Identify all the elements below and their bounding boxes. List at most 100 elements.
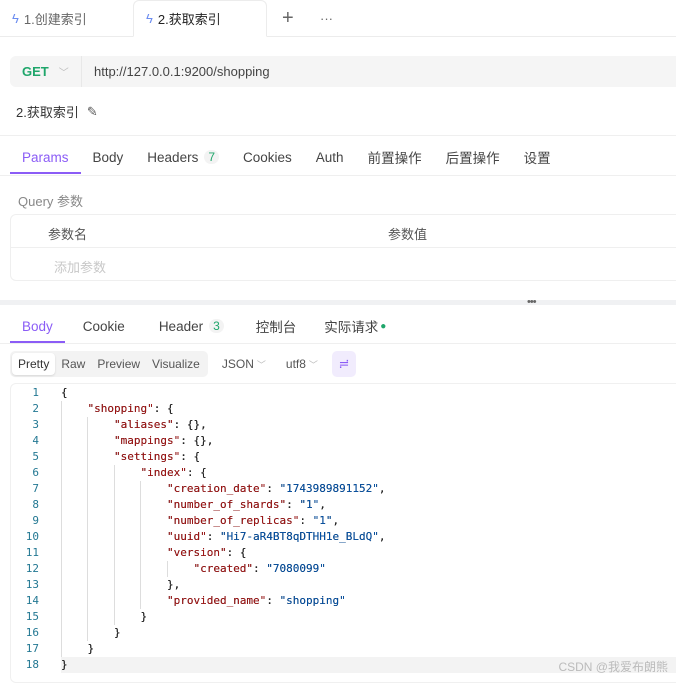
tab-auth[interactable]: Auth xyxy=(304,140,356,174)
request-tab-get-index[interactable]: ϟ 2.获取索引 xyxy=(133,0,267,37)
view-preview-button[interactable]: Preview xyxy=(91,353,146,375)
code-text-box: "aliases": {}, "aliases": {}, xyxy=(61,417,207,433)
code-line: 7 "creation_date": "1743989891152", "cre… xyxy=(11,481,676,497)
code-syntax-highlight: "provided_name": "shopping" xyxy=(166,594,346,607)
params-table: 参数名 参数值 添加参数 xyxy=(10,214,676,281)
line-number: 3 xyxy=(32,418,39,431)
count-badge: 7 xyxy=(204,150,220,164)
chevron-down-icon: ﹀ xyxy=(256,360,266,370)
line-number: 8 xyxy=(32,498,39,511)
code-line: 11 "version": { "version": { xyxy=(11,545,676,561)
chevron-down-icon: ﹀ xyxy=(308,360,318,370)
column-param-name: 参数名 xyxy=(48,227,88,242)
request-name: 2.获取索引 xyxy=(16,105,79,120)
code-syntax-highlight: } xyxy=(113,626,121,639)
code-text-box: "version": { "version": { xyxy=(61,545,246,561)
code-line: 8 "number_of_shards": "1", "number_of_sh… xyxy=(11,497,676,513)
add-param-input[interactable]: 添加参数 xyxy=(54,257,106,276)
code-text-box: "settings": { "settings": { xyxy=(61,449,200,465)
view-raw-button[interactable]: Raw xyxy=(55,353,91,375)
code-syntax-highlight: "aliases": {}, xyxy=(113,418,207,431)
code-line: 14 "provided_name": "shopping" "provided… xyxy=(11,593,676,609)
tab-response-cookie[interactable]: Cookie xyxy=(65,309,143,343)
view-pretty-button[interactable]: Pretty xyxy=(12,353,56,375)
code-line: 15 } } xyxy=(11,609,676,625)
line-number: 9 xyxy=(32,514,39,527)
tab-body[interactable]: Body xyxy=(81,140,136,174)
tab-headers[interactable]: Headers 7 xyxy=(135,140,231,174)
code-text-box: "index": { "index": { xyxy=(61,465,207,481)
url-input[interactable]: http://127.0.0.1:9200/shopping xyxy=(82,64,270,79)
tab-pre-operations[interactable]: 前置操作 xyxy=(356,140,434,174)
code-syntax-highlight: { xyxy=(61,386,68,399)
code-text-box: "uuid": "Hi7-aR4BT8qDTHH1e_BLdQ", "uuid"… xyxy=(61,529,386,545)
line-number: 2 xyxy=(32,402,39,415)
tab-params[interactable]: Params xyxy=(10,140,81,174)
tab-label: 后置操作 xyxy=(445,151,500,166)
code-text-box: "number_of_replicas": "1", "number_of_re… xyxy=(61,513,339,529)
tab-response-header[interactable]: Header 3 xyxy=(143,309,240,343)
divider xyxy=(0,175,676,176)
code-syntax-highlight: }, xyxy=(166,578,181,591)
line-number: 13 xyxy=(25,578,39,591)
more-tabs-button[interactable]: ··· xyxy=(308,0,345,37)
tab-cookies[interactable]: Cookies xyxy=(231,140,304,174)
count-badge: 3 xyxy=(209,319,224,333)
code-text-box: {{ xyxy=(61,385,68,401)
line-number: 7 xyxy=(32,482,39,495)
code-syntax-highlight: } xyxy=(140,610,148,623)
table-header: 参数名 参数值 xyxy=(11,215,676,248)
line-number: 10 xyxy=(25,530,39,543)
edit-icon[interactable]: ✎ xyxy=(87,104,98,120)
divider xyxy=(0,343,676,344)
request-section-tabs: Params Body Headers 7 Cookies Auth 前置操作 后… xyxy=(10,140,563,174)
line-number: 18 xyxy=(25,658,39,671)
tab-label: Auth xyxy=(315,149,344,165)
tab-response-body[interactable]: Body xyxy=(10,309,65,343)
code-line: 1 {{ xyxy=(11,385,676,401)
encoding-select[interactable]: utf8 ﹀ xyxy=(280,357,324,371)
request-tab-bar: ϟ 1.创建索引 ϟ 2.获取索引 + ··· xyxy=(0,0,676,37)
code-line: 17 } } xyxy=(11,641,676,657)
tab-post-operations[interactable]: 后置操作 xyxy=(434,140,512,174)
code-text-box: } } xyxy=(61,609,147,625)
request-title: 2.获取索引 ✎ xyxy=(16,102,98,121)
code-line: 16 } } xyxy=(11,625,676,641)
response-tabs: Body Cookie Header 3 控制台 实际请求 ● xyxy=(10,309,398,343)
code-syntax-highlight: "creation_date": "1743989891152", xyxy=(166,482,386,495)
tab-actual-request[interactable]: 实际请求 ● xyxy=(312,309,398,343)
code-syntax-highlight: "number_of_replicas": "1", xyxy=(166,514,340,527)
add-tab-button[interactable]: + xyxy=(270,0,306,37)
tab-settings[interactable]: 设置 xyxy=(512,140,563,174)
line-number: 5 xyxy=(32,450,39,463)
format-value: JSON xyxy=(221,357,254,371)
url-bar: GET ﹀ http://127.0.0.1:9200/shopping xyxy=(10,56,676,87)
tab-label: 2.获取索引 xyxy=(157,12,221,27)
watermark: CSDN @我爱布朗熊 xyxy=(558,660,668,674)
tab-console[interactable]: 控制台 xyxy=(240,309,313,343)
code-syntax-highlight: "version": { xyxy=(166,546,247,559)
panel-resize-handle[interactable] xyxy=(0,300,676,305)
code-text-box: "shopping": { "shopping": { xyxy=(61,401,174,417)
code-text-box: "mappings": {}, "mappings": {}, xyxy=(61,433,213,449)
word-wrap-icon[interactable]: ≓ xyxy=(331,351,356,377)
code-syntax-highlight: "mappings": {}, xyxy=(113,434,214,447)
tab-label: 实际请求 xyxy=(324,320,379,335)
request-tab-create-index[interactable]: ϟ 1.创建索引 xyxy=(0,0,99,37)
code-line: 2 "shopping": { "shopping": { xyxy=(11,401,676,417)
response-code-viewer[interactable]: 1{{2 "shopping": { "shopping": {3 "alias… xyxy=(10,383,676,683)
status-dot-icon: ● xyxy=(380,320,387,332)
code-text-box: "provided_name": "shopping" "provided_na… xyxy=(61,593,346,609)
view-mode-segmented: Pretty Raw Preview Visualize xyxy=(10,351,208,377)
response-toolbar: Pretty Raw Preview Visualize JSON ﹀ utf8 ﹀… xyxy=(10,351,356,377)
view-visualize-button[interactable]: Visualize xyxy=(146,353,206,375)
line-number: 11 xyxy=(25,546,39,559)
code-text-box: } } xyxy=(61,641,94,657)
drag-handle-icon[interactable]: ••• xyxy=(527,296,537,308)
code-line: 10 "uuid": "Hi7-aR4BT8qDTHH1e_BLdQ", "uu… xyxy=(11,529,676,545)
code-line: 12 "created": "7080099" "created": "7080… xyxy=(11,561,676,577)
code-syntax-highlight: } xyxy=(61,658,68,671)
format-select[interactable]: JSON ﹀ xyxy=(216,357,272,371)
method-select[interactable]: GET ﹀ xyxy=(10,56,82,87)
code-syntax-highlight: "created": "7080099" xyxy=(193,562,326,575)
